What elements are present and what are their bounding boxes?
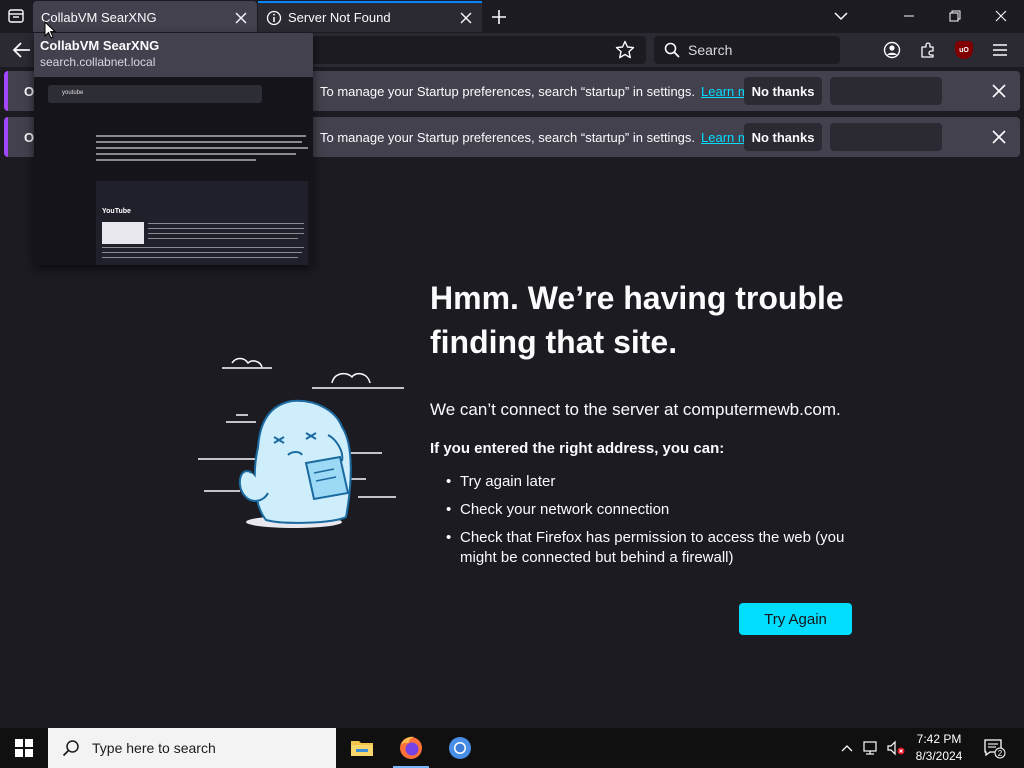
minimize-icon[interactable] — [886, 0, 932, 32]
restore-icon[interactable] — [932, 0, 978, 32]
bookmark-star-icon[interactable] — [614, 39, 636, 66]
menu-hamburger-icon[interactable] — [990, 40, 1010, 60]
taskbar-search-placeholder: Type here to search — [92, 740, 216, 756]
tab-bar: CollabVM SearXNG Server Not Found — [0, 0, 1024, 33]
error-heading: Hmm. We’re having trouble finding that s… — [430, 280, 844, 360]
url-bar[interactable] — [310, 36, 646, 64]
volume-muted-icon[interactable] — [884, 728, 908, 768]
firefox-icon[interactable] — [387, 728, 435, 768]
windows-start-icon[interactable] — [0, 728, 48, 768]
list-all-tabs-icon[interactable] — [6, 6, 26, 26]
thumbnail-result-title: YouTube — [102, 208, 131, 215]
file-explorer-icon[interactable] — [338, 728, 386, 768]
close-tab-icon[interactable] — [454, 6, 478, 30]
clock-time: 7:42 PM — [916, 732, 962, 746]
taskbar-search-box[interactable]: Type here to search — [48, 728, 336, 768]
search-bar[interactable]: Search — [654, 36, 840, 64]
list-item: Try again later — [446, 472, 866, 492]
tab-hover-preview: CollabVM SearXNG search.collabnet.local … — [34, 33, 313, 265]
list-item: Check your network connection — [446, 500, 866, 520]
action-center-icon[interactable]: 2 — [976, 728, 1012, 768]
close-tab-icon[interactable] — [229, 6, 253, 30]
preview-url: search.collabnet.local — [40, 55, 156, 69]
close-notification-icon[interactable] — [988, 126, 1010, 148]
connect-message: We can’t connect to the server at comput… — [430, 400, 841, 419]
network-icon[interactable] — [860, 728, 882, 768]
error-illustration — [196, 355, 408, 535]
tab-server-not-found[interactable]: Server Not Found — [258, 1, 482, 32]
no-thanks-button[interactable]: No thanks — [744, 77, 822, 105]
ublock-origin-icon[interactable]: uO — [954, 40, 974, 60]
account-icon[interactable] — [882, 40, 902, 60]
notification-secondary-button[interactable] — [830, 77, 942, 105]
info-icon — [266, 10, 282, 26]
tips-list: Try again later Check your network conne… — [446, 472, 866, 576]
list-item: Check that Firefox has permission to acc… — [446, 528, 866, 568]
notification-secondary-button[interactable] — [830, 123, 942, 151]
tab-overflow-chevron-icon[interactable] — [818, 0, 864, 32]
system-clock[interactable]: 7:42 PM 8/3/2024 — [912, 731, 966, 765]
try-again-button[interactable]: Try Again — [739, 603, 852, 635]
advice-heading: If you entered the right address, you ca… — [430, 440, 725, 457]
taskbar: Type here to search 7:42 PM 8/3/2024 2 — [0, 728, 1024, 768]
show-hidden-icons-chevron-icon[interactable] — [836, 728, 858, 768]
close-window-icon[interactable] — [978, 0, 1024, 32]
thumbnail-result-image — [102, 222, 144, 244]
notification-message: To manage your Startup preferences, sear… — [320, 83, 768, 99]
tab-title: Server Not Found — [288, 10, 391, 25]
preview-thumbnail: youtube YouTube — [34, 77, 313, 265]
preview-title: CollabVM SearXNG — [40, 38, 160, 53]
notification-message: To manage your Startup preferences, sear… — [320, 129, 768, 145]
tab-collabvm-searxng[interactable]: CollabVM SearXNG — [33, 1, 257, 32]
search-icon — [62, 740, 79, 757]
search-placeholder: Search — [688, 42, 733, 58]
search-icon — [664, 42, 680, 58]
thumbnail-nav-row — [42, 107, 312, 117]
thumbnail-search-field: youtube — [48, 85, 262, 103]
close-notification-icon[interactable] — [988, 80, 1010, 102]
clock-date: 8/3/2024 — [915, 749, 963, 763]
extensions-puzzle-icon[interactable] — [918, 40, 938, 60]
back-arrow-icon[interactable] — [10, 39, 34, 61]
tab-title: CollabVM SearXNG — [41, 10, 157, 25]
mouse-cursor-icon — [44, 20, 57, 44]
no-thanks-button[interactable]: No thanks — [744, 123, 822, 151]
new-tab-icon[interactable] — [488, 6, 510, 28]
chromium-icon[interactable] — [436, 728, 484, 768]
notification-count-badge: 2 — [998, 749, 1003, 758]
